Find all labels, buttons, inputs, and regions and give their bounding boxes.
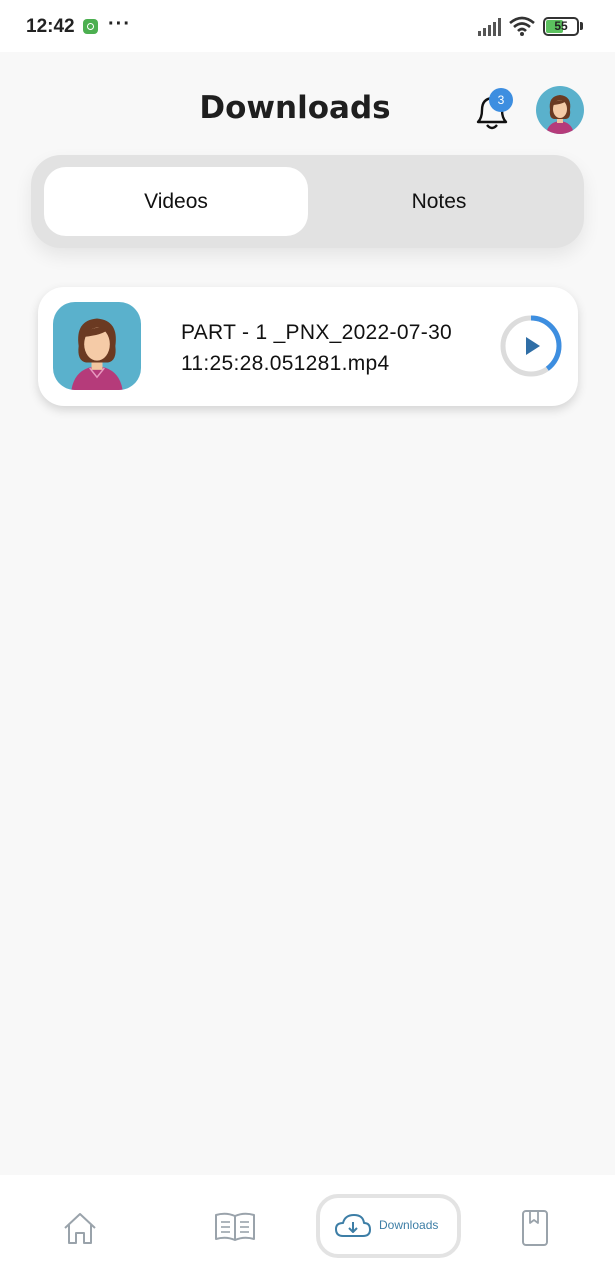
bookmark-icon[interactable] bbox=[520, 1208, 550, 1248]
app-notification-icon bbox=[83, 19, 98, 34]
battery-icon: 55 bbox=[543, 17, 579, 36]
home-icon[interactable] bbox=[60, 1210, 100, 1246]
nav-downloads-label: Downloads bbox=[379, 1218, 439, 1232]
status-time: 12:42 bbox=[26, 16, 75, 37]
video-thumbnail bbox=[53, 302, 141, 390]
file-name-line-2: 11:25:28.051281.mp4 bbox=[181, 352, 390, 375]
status-bar: 12:42 ··· 55 bbox=[0, 0, 615, 52]
file-name-line-1: PART - 1 _PNX_2022-07-30 bbox=[181, 321, 453, 344]
user-avatar-icon bbox=[546, 95, 574, 134]
wifi-icon bbox=[509, 16, 535, 36]
battery-tip bbox=[580, 22, 583, 30]
nav-downloads[interactable]: Downloads bbox=[316, 1194, 461, 1258]
download-list-item[interactable]: PART - 1 _PNX_2022-07-30 11:25:28.051281… bbox=[38, 287, 578, 406]
content-type-tabs: Videos Notes bbox=[31, 155, 584, 248]
tab-notes[interactable]: Notes bbox=[307, 167, 571, 236]
progress-ring bbox=[500, 315, 562, 377]
play-icon bbox=[526, 337, 540, 355]
signal-icon bbox=[478, 18, 501, 36]
book-icon[interactable] bbox=[214, 1211, 256, 1243]
more-notifications-icon: ··· bbox=[108, 13, 131, 35]
cloud-download-icon bbox=[335, 1214, 371, 1237]
battery-level: 55 bbox=[554, 19, 568, 33]
tab-videos[interactable]: Videos bbox=[44, 167, 308, 236]
play-progress-button[interactable] bbox=[499, 314, 563, 378]
profile-avatar[interactable] bbox=[536, 86, 584, 134]
bottom-navigation: Downloads bbox=[0, 1175, 615, 1280]
user-avatar-icon bbox=[71, 318, 123, 390]
notification-badge: 3 bbox=[489, 88, 513, 112]
download-file-name: PART - 1 _PNX_2022-07-30 11:25:28.051281… bbox=[181, 317, 481, 379]
